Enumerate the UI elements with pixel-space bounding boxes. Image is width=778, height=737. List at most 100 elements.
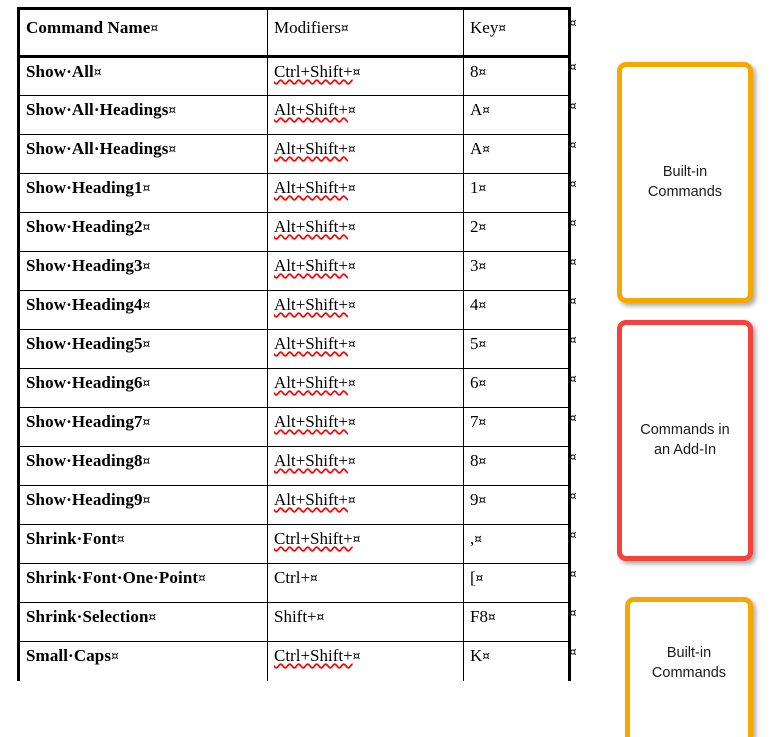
cell-key: 4¤ (463, 290, 571, 330)
cell-modifiers: Alt+Shift+¤ (267, 134, 464, 174)
cell-modifiers: Ctrl+¤ (267, 563, 464, 603)
end-of-row-mark: ¤ (569, 528, 577, 542)
end-of-cell-mark: ¤ (347, 376, 356, 390)
end-of-cell-mark: ¤ (168, 142, 177, 156)
cell-modifiers: Shift+¤ (267, 602, 464, 642)
cell-command-name: Show·Heading7¤ (17, 407, 268, 447)
end-of-cell-mark: ¤ (478, 415, 487, 429)
table-row: Show·All¤ Ctrl+Shift+¤ 8¤ (17, 56, 571, 96)
end-of-cell-mark: ¤ (482, 649, 490, 663)
table-row: Show·Heading3¤ Alt+Shift+¤ 3¤ (17, 251, 571, 291)
cell-command-name: Shrink·Font¤ (17, 524, 268, 564)
callout-label: Built-in Commands (647, 163, 723, 200)
cell-modifiers: Alt+Shift+¤ (267, 251, 464, 291)
end-of-row-mark: ¤ (569, 216, 577, 230)
column-header-key: Key¤ (463, 7, 571, 58)
end-of-cell-mark: ¤ (347, 454, 356, 468)
table-row: Show·Heading7¤ Alt+Shift+¤ 7¤ (17, 407, 571, 447)
cell-key: 3¤ (463, 251, 571, 291)
end-of-cell-mark: ¤ (347, 103, 356, 117)
cell-modifiers: Alt+Shift+¤ (267, 173, 464, 213)
end-of-cell-mark: ¤ (310, 571, 318, 585)
end-of-cell-mark: ¤ (148, 610, 157, 624)
end-of-cell-mark: ¤ (352, 649, 361, 663)
cell-command-name: Show·All·Headings¤ (17, 134, 268, 174)
cell-modifiers: Alt+Shift+¤ (267, 485, 464, 525)
end-of-cell-mark: ¤ (347, 298, 356, 312)
end-of-cell-mark: ¤ (347, 220, 356, 234)
end-of-row-mark: ¤ (569, 255, 577, 269)
cell-key: K¤ (463, 641, 571, 681)
cell-key: A¤ (463, 134, 571, 174)
table-row: Shrink·Selection¤ Shift+¤ F8¤ (17, 602, 571, 642)
cell-command-name: Shrink·Font·One·Point¤ (17, 563, 268, 603)
table-row: Show·Heading5¤ Alt+Shift+¤ 5¤ (17, 329, 571, 369)
end-of-cell-mark: ¤ (142, 259, 151, 273)
end-of-cell-mark: ¤ (478, 337, 487, 351)
table-row: Show·Heading1¤ Alt+Shift+¤ 1¤ (17, 173, 571, 213)
cell-modifiers: Ctrl+Shift+¤ (267, 56, 464, 96)
end-of-cell-mark: ¤ (116, 532, 125, 546)
end-of-row-mark: ¤ (569, 372, 577, 386)
cell-modifiers: Alt+Shift+¤ (267, 290, 464, 330)
cell-key: [¤ (463, 563, 571, 603)
end-of-cell-mark: ¤ (478, 493, 487, 507)
end-of-row-mark: ¤ (569, 138, 577, 152)
end-of-cell-mark: ¤ (150, 21, 159, 35)
cell-key: 2¤ (463, 212, 571, 252)
cell-command-name: Show·Heading3¤ (17, 251, 268, 291)
cell-command-name: Show·Heading1¤ (17, 173, 268, 213)
column-header-command-name: Command Name¤ (17, 7, 268, 58)
end-of-cell-mark: ¤ (352, 65, 361, 79)
end-of-cell-mark: ¤ (478, 65, 487, 79)
end-of-row-mark: ¤ (569, 16, 577, 30)
table-row: Show·Heading2¤ Alt+Shift+¤ 2¤ (17, 212, 571, 252)
cell-command-name: Show·All¤ (17, 56, 268, 96)
end-of-row-mark: ¤ (569, 450, 577, 464)
end-of-row-mark: ¤ (569, 489, 577, 503)
cell-modifiers: Alt+Shift+¤ (267, 446, 464, 486)
end-of-cell-mark: ¤ (478, 454, 487, 468)
end-of-cell-mark: ¤ (341, 21, 349, 35)
end-of-row-mark: ¤ (569, 411, 577, 425)
cell-modifiers: Ctrl+Shift+¤ (267, 641, 464, 681)
cell-modifiers: Alt+Shift+¤ (267, 368, 464, 408)
end-of-cell-mark: ¤ (478, 376, 487, 390)
cell-modifiers: Alt+Shift+¤ (267, 212, 464, 252)
shortcuts-table-container: Command Name¤ Modifiers¤ Key¤ Show·All¤ Ctrl… (17, 7, 571, 681)
table-row: Show·Heading4¤ Alt+Shift+¤ 4¤ (17, 290, 571, 330)
end-of-cell-mark: ¤ (487, 610, 496, 624)
end-of-cell-mark: ¤ (347, 142, 356, 156)
end-of-cell-mark: ¤ (316, 610, 325, 624)
end-of-cell-mark: ¤ (347, 181, 356, 195)
end-of-row-mark: ¤ (569, 177, 577, 191)
cell-modifiers: Alt+Shift+¤ (267, 329, 464, 369)
cell-key: A¤ (463, 95, 571, 135)
end-of-cell-mark: ¤ (347, 415, 356, 429)
end-of-cell-mark: ¤ (482, 142, 490, 156)
cell-key: F8¤ (463, 602, 571, 642)
table-body: Command Name¤ Modifiers¤ Key¤ Show·All¤ Ctrl… (17, 7, 571, 681)
end-of-cell-mark: ¤ (498, 21, 506, 35)
end-of-row-mark: ¤ (569, 294, 577, 308)
cell-modifiers: Alt+Shift+¤ (267, 95, 464, 135)
end-of-cell-mark: ¤ (347, 259, 356, 273)
keyboard-shortcuts-table: Command Name¤ Modifiers¤ Key¤ Show·All¤ Ctrl… (17, 7, 571, 681)
cell-command-name: Show·Heading8¤ (17, 446, 268, 486)
cell-key: 9¤ (463, 485, 571, 525)
cell-key: ,¤ (463, 524, 571, 564)
end-of-cell-mark: ¤ (474, 532, 482, 546)
end-of-cell-mark: ¤ (347, 493, 356, 507)
cell-key: 7¤ (463, 407, 571, 447)
cell-command-name: Small·Caps¤ (17, 641, 268, 681)
table-row: Small·Caps¤ Ctrl+Shift+¤ K¤ (17, 641, 571, 681)
end-of-cell-mark: ¤ (478, 220, 487, 234)
end-of-cell-mark: ¤ (478, 181, 487, 195)
end-of-cell-mark: ¤ (142, 454, 151, 468)
cell-command-name: Show·Heading6¤ (17, 368, 268, 408)
end-of-cell-mark: ¤ (142, 298, 151, 312)
end-of-cell-mark: ¤ (198, 571, 206, 585)
end-of-cell-mark: ¤ (111, 649, 119, 663)
end-of-cell-mark: ¤ (352, 532, 361, 546)
cell-command-name: Show·Heading4¤ (17, 290, 268, 330)
